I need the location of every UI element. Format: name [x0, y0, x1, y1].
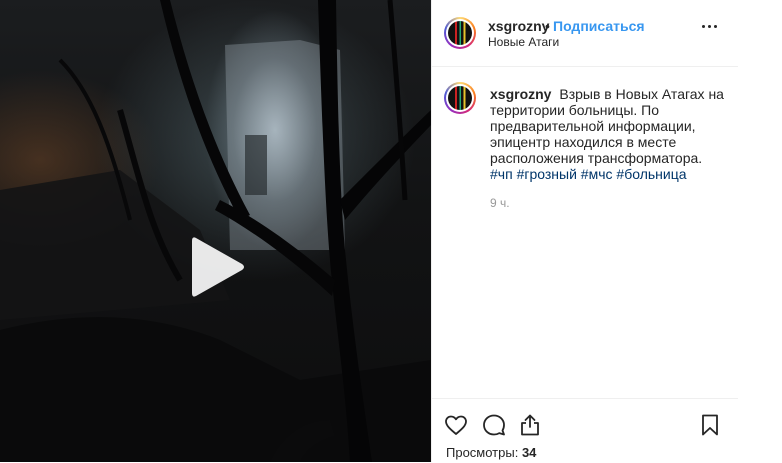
video-frame	[0, 0, 431, 462]
avatar[interactable]	[444, 17, 476, 49]
comment-button[interactable]	[482, 413, 506, 437]
page-background	[738, 0, 782, 462]
save-button[interactable]	[698, 413, 722, 437]
share-icon	[521, 414, 539, 436]
caption-username[interactable]: xsgrozny	[490, 86, 551, 102]
hashtags: #чп #грозный #мчс #больница	[490, 166, 728, 182]
heart-icon	[445, 415, 467, 435]
like-button[interactable]	[444, 413, 468, 437]
post-header: xsgrozny • Подписаться Новые Атаги	[432, 0, 738, 67]
timestamp: 9 ч.	[490, 196, 510, 210]
bookmark-icon	[702, 414, 718, 436]
username[interactable]: xsgrozny	[488, 18, 549, 34]
caption-avatar[interactable]	[444, 82, 476, 114]
views-number: 34	[521, 445, 537, 460]
caption: xsgrozny Взрыв в Новых Атагах на террито…	[490, 86, 728, 182]
post-sidebar: xsgrozny • Подписаться Новые Атаги xsgro…	[431, 0, 739, 462]
play-button[interactable]	[182, 232, 252, 302]
views-label: Просмотры:	[446, 445, 519, 460]
action-bar: Просмотры: 34	[432, 398, 738, 463]
video-player[interactable]	[0, 0, 431, 462]
comment-icon	[483, 414, 505, 436]
hashtag-link[interactable]: #больница	[616, 166, 686, 182]
share-button[interactable]	[518, 413, 542, 437]
location-link[interactable]: Новые Атаги	[488, 35, 559, 49]
views-count: Просмотры: 34	[446, 445, 536, 460]
separator-dot: •	[545, 18, 550, 34]
follow-button[interactable]: Подписаться	[553, 18, 645, 34]
more-options-icon[interactable]	[702, 25, 720, 33]
hashtag-link[interactable]: #чп	[490, 166, 513, 182]
hashtag-link[interactable]: #грозный	[517, 166, 577, 182]
hashtag-link[interactable]: #мчс	[581, 166, 613, 182]
instagram-post: xsgrozny • Подписаться Новые Атаги xsgro…	[0, 0, 782, 462]
play-icon	[192, 237, 244, 297]
